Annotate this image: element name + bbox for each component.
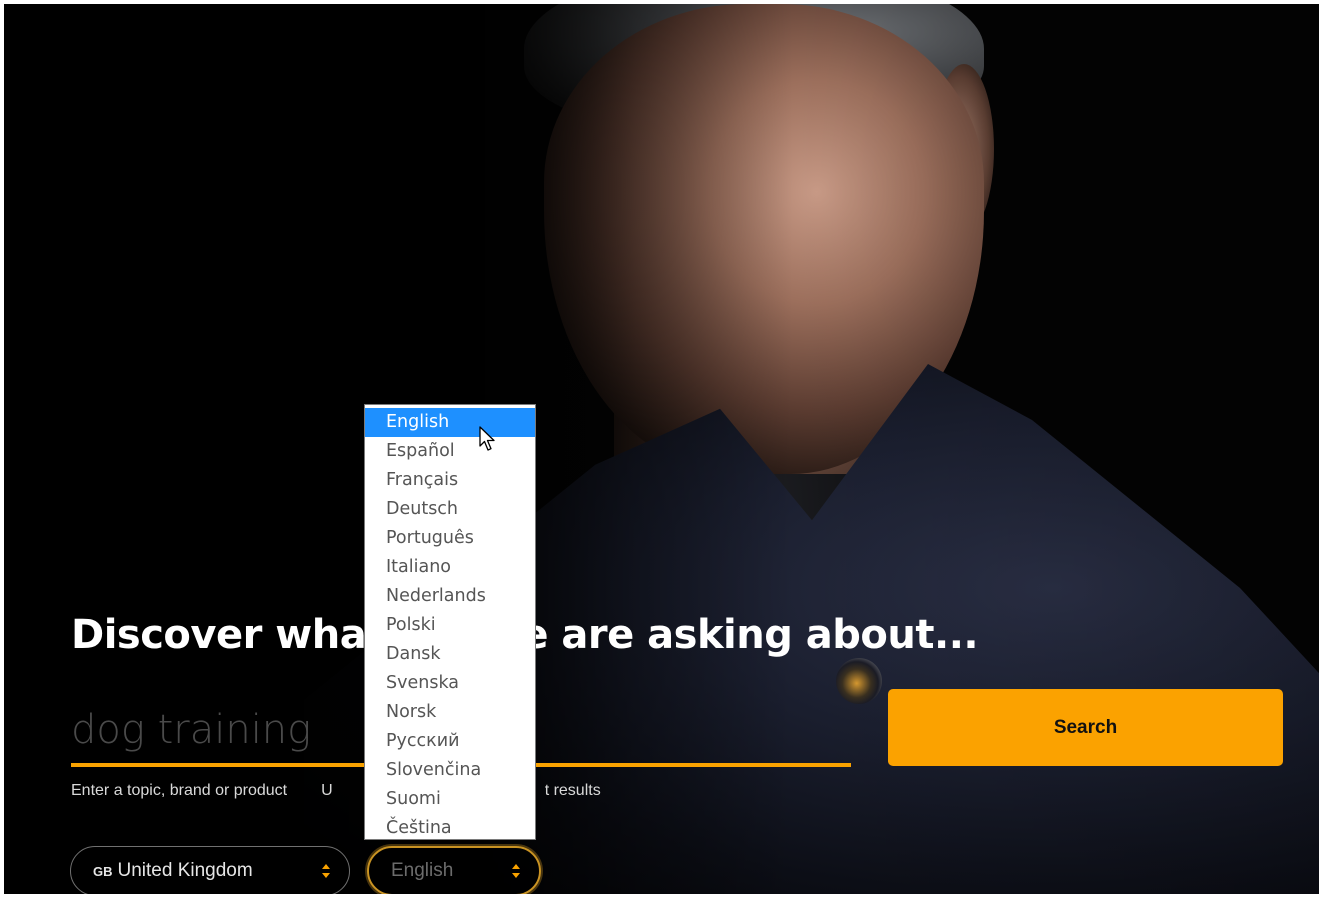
flag-icon: GB xyxy=(93,863,113,879)
language-option[interactable]: Slovenčina xyxy=(365,756,535,785)
language-dropdown-list[interactable]: English Español Français Deutsch Português It… xyxy=(364,404,536,840)
language-option[interactable]: Русский xyxy=(365,727,535,756)
chevron-up-down-icon xyxy=(511,864,521,878)
language-option[interactable]: English xyxy=(365,408,535,437)
language-option[interactable]: Español xyxy=(365,437,535,466)
language-option[interactable]: Norsk xyxy=(365,698,535,727)
search-hint-right: t results xyxy=(544,782,601,799)
search-hint-mid: U xyxy=(321,782,333,799)
mouse-pointer-icon xyxy=(479,426,495,451)
language-option[interactable]: Nederlands xyxy=(365,582,535,611)
hero-section: Discover what people are asking about...… xyxy=(4,4,1319,894)
search-hint-left: Enter a topic, brand or product xyxy=(71,782,288,799)
chevron-up-down-icon xyxy=(321,864,331,878)
language-option[interactable]: Dansk xyxy=(365,640,535,669)
language-option[interactable]: Suomi xyxy=(365,785,535,814)
language-option[interactable]: Deutsch xyxy=(365,495,535,524)
language-option[interactable]: Português xyxy=(365,524,535,553)
search-button[interactable]: Search xyxy=(888,689,1283,766)
country-select-value: United Kingdom xyxy=(117,860,253,881)
language-option[interactable]: Svenska xyxy=(365,669,535,698)
language-option[interactable]: Italiano xyxy=(365,553,535,582)
language-select[interactable]: English xyxy=(367,846,541,894)
language-option[interactable]: Čeština xyxy=(365,814,535,843)
language-option[interactable]: Polski xyxy=(365,611,535,640)
language-select-value: English xyxy=(391,860,454,881)
country-select[interactable]: GB United Kingdom xyxy=(70,846,350,894)
language-option[interactable]: Français xyxy=(365,466,535,495)
